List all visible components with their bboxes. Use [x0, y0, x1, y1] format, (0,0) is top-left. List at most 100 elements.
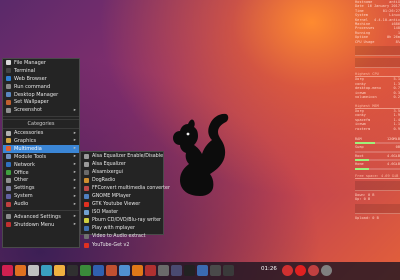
desktop-manager-icon — [6, 92, 11, 97]
multimedia-icon — [6, 146, 11, 152]
menu-item-audio[interactable]: Audio ▸ — [3, 200, 79, 208]
conky-disk-label: Free space: 4.69 GiB — [355, 173, 400, 179]
menu-item-label: Office — [14, 169, 29, 176]
conky-upload-graph — [355, 203, 400, 214]
conky-monitor: Hostname antiX Date 16 January 2017 Time 01:2… — [355, 0, 400, 262]
menu-item-label: GTK Youtube Viewer — [92, 202, 141, 208]
conky-fs-row: RAM 120MiB — [355, 137, 400, 141]
chevron-right-icon: ▸ — [73, 162, 76, 168]
lock-icon[interactable] — [321, 265, 332, 276]
taskbar-clock[interactable]: 01:26 — [261, 266, 277, 272]
menu-item-alsa-equalizer[interactable]: Alsa Equalizer — [81, 160, 163, 168]
presentation-icon[interactable] — [106, 265, 117, 276]
menu-item-label: Alsa Equalizer Enable/Disable — [92, 153, 164, 159]
conky-system-row-value: 8% — [395, 39, 400, 44]
graphics-icon — [6, 138, 11, 144]
power-icon[interactable] — [308, 265, 319, 276]
menu-item-shutdown-menu[interactable]: Shutdown Menu ▸ — [3, 221, 79, 229]
menu-item-label: FFConvert multimedia converter — [92, 185, 170, 191]
screenshot-icon — [6, 107, 11, 113]
menu-item-alsa-equalizer-enable-disable[interactable]: Alsa Equalizer Enable/Disable — [81, 152, 163, 160]
menu-item-office[interactable]: Office ▸ — [3, 169, 79, 177]
conky-usage-bar — [355, 167, 400, 170]
menu-item-terminal[interactable]: Terminal — [3, 67, 79, 75]
conky-cpu-proc-value: 0.2 — [393, 95, 400, 100]
chevron-right-icon: ▸ — [73, 170, 76, 176]
menu-item-dogradio[interactable]: DogRadio — [81, 176, 163, 184]
menu-item-gtk-youtube-viewer[interactable]: GTK Youtube Viewer — [81, 201, 163, 209]
accessibility-icon[interactable] — [197, 265, 208, 276]
network-icon[interactable] — [210, 265, 221, 276]
menu-item-iso-master[interactable]: ISO Master — [81, 209, 163, 217]
menu-separator — [3, 210, 79, 212]
debian-swirl-icon[interactable] — [2, 265, 13, 276]
menu-item-desktop-manager[interactable]: Desktop Manager — [3, 91, 79, 99]
menu-item-module-tools[interactable]: Module Tools ▸ — [3, 153, 79, 161]
menu-item-advanced-settings[interactable]: Advanced Settings ▸ — [3, 213, 79, 221]
games-icon[interactable] — [145, 265, 156, 276]
chevron-right-icon: ▸ — [73, 201, 76, 207]
spreadsheet-icon[interactable] — [80, 265, 91, 276]
set-wallpaper-icon — [6, 99, 11, 105]
menu-item-multimedia[interactable]: Multimedia ▸ — [3, 144, 79, 153]
menu-item-file-manager[interactable]: File Manager — [3, 59, 79, 67]
record-icon[interactable] — [295, 265, 306, 276]
module-tools-icon — [6, 154, 11, 160]
menu-item-web-browser[interactable]: Web Browser — [3, 75, 79, 83]
conky-fs-row-value: 4.6GiB — [387, 162, 400, 167]
menu-item-gnome-mplayer[interactable]: GNOME MPlayer — [81, 192, 163, 200]
gnome-mplayer-icon — [84, 194, 89, 200]
ffconvert-multimedia-converter-icon — [84, 185, 89, 191]
chevron-right-icon: ▸ — [73, 185, 76, 191]
tools-icon[interactable] — [158, 265, 169, 276]
conky-usage-bar — [355, 150, 400, 153]
menu-item-label: Run command — [14, 83, 51, 90]
chevron-right-icon: ▸ — [73, 107, 76, 113]
menu-item-screenshot[interactable]: Screenshot ▸ — [3, 106, 79, 114]
media-player-icon[interactable] — [132, 265, 143, 276]
shutdown-menu-icon — [6, 222, 11, 228]
office-icon — [6, 170, 11, 176]
menu-item-youtube-get-v2[interactable]: YouTube-Get v2 — [81, 241, 163, 249]
menu-item-play-with-mplayer[interactable]: Play with mplayer — [81, 225, 163, 233]
pburn-cd-dvd-blu-ray-writer-icon — [84, 218, 89, 224]
terminal-icon[interactable] — [184, 265, 195, 276]
cat-icon[interactable] — [28, 265, 39, 276]
folder-icon[interactable] — [54, 265, 65, 276]
menu-item-set-wallpaper[interactable]: Set Wallpaper — [3, 98, 79, 106]
categories-header: Categories — [3, 119, 79, 130]
film-icon[interactable] — [67, 265, 78, 276]
menu-item-alsamixergui[interactable]: Alsamixergui — [81, 168, 163, 176]
menu-item-label: Settings — [14, 185, 35, 192]
volume-icon[interactable] — [223, 265, 234, 276]
dogradio-icon — [84, 177, 89, 183]
menu-item-ffconvert-multimedia-converter[interactable]: FFConvert multimedia converter — [81, 184, 170, 192]
chevron-right-icon: ▸ — [73, 138, 76, 144]
desktop: Hostname antiX Date 16 January 2017 Time 01:2… — [0, 0, 400, 280]
conky-usage-bar — [355, 142, 400, 145]
conky-fs-row-value: 120MiB — [387, 136, 400, 141]
shield-icon[interactable] — [282, 265, 293, 276]
menu-item-accessories[interactable]: Accessories ▸ — [3, 129, 79, 137]
conky-net-graph — [355, 180, 400, 191]
application-menu: File Manager Terminal Web Browser Run comma… — [2, 58, 80, 248]
menu-item-network[interactable]: Network ▸ — [3, 161, 79, 169]
chevron-right-icon: ▸ — [73, 146, 76, 152]
menu-item-settings[interactable]: Settings ▸ — [3, 184, 79, 192]
chevron-right-icon: ▸ — [73, 177, 76, 183]
gallery-icon[interactable] — [119, 265, 130, 276]
menu-item-other[interactable]: Other ▸ — [3, 176, 79, 184]
alsa-equalizer-enable-disable-icon — [84, 153, 89, 159]
menu-item-system[interactable]: System ▸ — [3, 192, 79, 200]
menu-item-label: Audio — [14, 201, 29, 208]
advanced-settings-icon — [6, 214, 11, 220]
menu-item-label: Graphics — [14, 137, 37, 144]
menu-item-pburn-cd-dvd-blu-ray-writer[interactable]: Pburn CD/DVD/Blu-ray writer — [81, 217, 163, 225]
mail-icon[interactable] — [171, 265, 182, 276]
menu-item-run-command[interactable]: Run command — [3, 83, 79, 91]
menu-item-video-to-audio-extract[interactable]: Video to Audio extract — [81, 233, 163, 241]
picture-icon[interactable] — [41, 265, 52, 276]
firefox-icon[interactable] — [15, 265, 26, 276]
document-icon[interactable] — [93, 265, 104, 276]
menu-item-graphics[interactable]: Graphics ▸ — [3, 137, 79, 145]
